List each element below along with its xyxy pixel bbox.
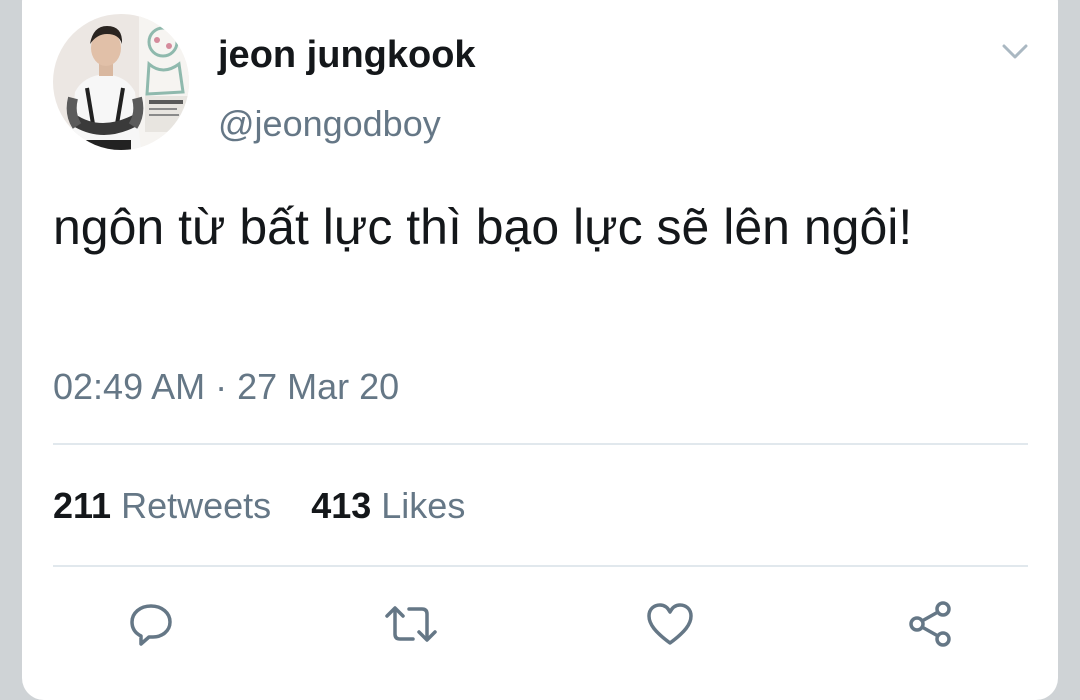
avatar-image <box>53 14 189 150</box>
share-button[interactable] <box>902 596 958 652</box>
share-icon <box>909 601 951 647</box>
retweets-label: Retweets <box>121 485 272 526</box>
like-button[interactable] <box>642 596 698 652</box>
likes-label: Likes <box>381 485 466 526</box>
retweets-stat[interactable]: 211 Retweets <box>53 485 271 527</box>
retweet-button[interactable] <box>383 596 439 652</box>
tweet-timestamp[interactable]: 02:49 AM · 27 Mar 20 <box>53 366 399 408</box>
reply-button[interactable] <box>123 596 179 652</box>
author-name[interactable]: jeon jungkook <box>218 34 476 77</box>
likes-stat[interactable]: 413 Likes <box>311 485 465 527</box>
divider <box>53 565 1028 567</box>
retweet-icon <box>385 606 437 642</box>
avatar[interactable] <box>53 14 189 150</box>
author-handle[interactable]: @jeongodboy <box>218 103 441 145</box>
tweet-stats: 211 Retweets 413 Likes <box>53 485 495 527</box>
chevron-down-icon[interactable] <box>1000 40 1030 64</box>
reply-icon <box>130 604 172 646</box>
tweet-text: ngôn từ bất lực thì bạo lực sẽ lên ngôi! <box>53 199 913 255</box>
heart-icon <box>647 603 693 645</box>
divider <box>53 443 1028 445</box>
retweets-count: 211 <box>53 485 112 526</box>
likes-count: 413 <box>311 485 372 526</box>
